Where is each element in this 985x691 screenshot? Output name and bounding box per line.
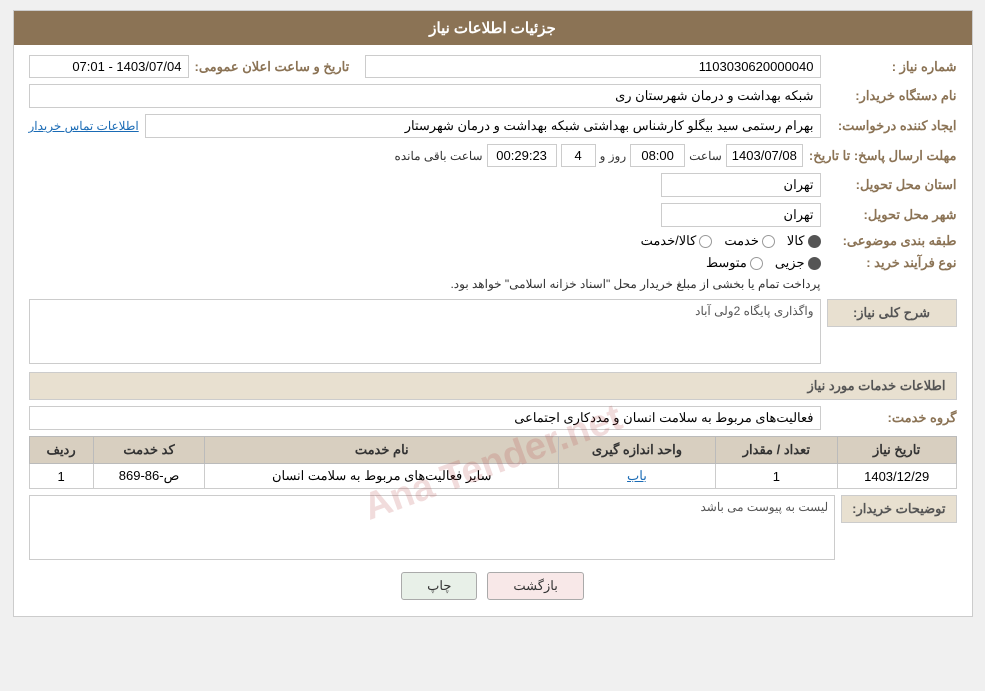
purchase-medium-item[interactable]: متوسط (706, 255, 763, 271)
response-time-value: 08:00 (630, 144, 685, 167)
category-goods-service-label: کالا/خدمت (641, 233, 697, 249)
back-button[interactable]: بازگشت (487, 572, 583, 600)
category-radio-group: کالا/خدمت خدمت کالا (641, 233, 821, 249)
need-number-value: 1103030620000040 (365, 55, 820, 78)
purchase-type-label: نوع فرآیند خرید : (827, 255, 957, 271)
cell-service-name: سایر فعالیت‌های مربوط به سلامت انسان (205, 464, 559, 489)
need-number-row: شماره نیاز : 1103030620000040 تاریخ و سا… (29, 55, 957, 78)
services-section-header: اطلاعات خدمات مورد نیاز (29, 372, 957, 400)
category-goods-service-radio (699, 235, 712, 248)
services-table: تاریخ نیاز تعداد / مقدار واحد اندازه گیر… (29, 436, 957, 489)
category-label: طبقه بندی موضوعی: (827, 233, 957, 249)
buyer-notes-label: توضیحات خریدار: (841, 495, 956, 523)
city-label: شهر محل تحویل: (827, 207, 957, 223)
services-table-area: Ana Tender.net تاریخ نیاز تعداد / مقدار … (29, 436, 957, 489)
announce-date-value: 1403/07/04 - 07:01 (29, 55, 189, 78)
table-row: 1403/12/29 1 باب سایر فعالیت‌های مربوط ب… (29, 464, 956, 489)
days-value: 4 (561, 144, 596, 167)
province-row: استان محل تحویل: تهران (29, 173, 957, 197)
col-unit: واحد اندازه گیری (559, 437, 716, 464)
created-by-label: ایجاد کننده درخواست: (827, 118, 957, 134)
col-date: تاریخ نیاز (837, 437, 956, 464)
buyer-org-value: شبکه بهداشت و درمان شهرستان ری (29, 84, 821, 108)
purchase-type-row: نوع فرآیند خرید : متوسط جزیی پرداخت (29, 255, 957, 293)
buyer-org-label: نام دستگاه خریدار: (827, 88, 957, 104)
main-container: جزئیات اطلاعات نیاز شماره نیاز : 1103030… (13, 10, 973, 617)
category-service-item[interactable]: خدمت (724, 233, 775, 249)
cell-row-num: 1 (29, 464, 93, 489)
page-title: جزئیات اطلاعات نیاز (429, 20, 556, 37)
purchase-type-radio-group: متوسط جزیی (706, 255, 821, 271)
category-goods-service-item[interactable]: کالا/خدمت (641, 233, 713, 249)
response-deadline-label: مهلت ارسال پاسخ: تا تاریخ: (809, 148, 957, 164)
response-date-value: 1403/07/08 (726, 144, 803, 167)
page-header: جزئیات اطلاعات نیاز (14, 11, 972, 45)
purchase-partial-item[interactable]: جزیی (775, 255, 821, 271)
need-number-label: شماره نیاز : (827, 59, 957, 75)
purchase-type-note: پرداخت تمام یا بخشی از مبلغ خریدار محل "… (29, 275, 821, 293)
cell-service-code: ص-86-869 (93, 464, 205, 489)
category-goods-label: کالا (787, 233, 805, 249)
city-row: شهر محل تحویل: تهران (29, 203, 957, 227)
response-time-label: ساعت (689, 149, 722, 163)
city-value: تهران (661, 203, 821, 227)
category-service-label: خدمت (724, 233, 759, 249)
province-value: تهران (661, 173, 821, 197)
purchase-partial-label: جزیی (775, 255, 805, 271)
need-summary-value: واگذاری پایگاه 2ولی آباد (29, 299, 821, 364)
category-service-radio (762, 235, 775, 248)
col-service-name: نام خدمت (205, 437, 559, 464)
category-row: طبقه بندی موضوعی: کالا/خدمت خدمت کالا (29, 233, 957, 249)
response-deadline-row: مهلت ارسال پاسخ: تا تاریخ: 1403/07/08 سا… (29, 144, 957, 167)
remaining-label: ساعت باقی مانده (395, 149, 483, 163)
days-label: روز و (600, 149, 627, 163)
category-goods-radio (808, 235, 821, 248)
buttons-row: بازگشت چاپ (29, 572, 957, 600)
purchase-medium-label: متوسط (706, 255, 747, 271)
buyer-notes-value: لیست به پیوست می باشد (29, 495, 836, 560)
col-quantity: تعداد / مقدار (715, 437, 837, 464)
need-summary-watermark-area: واگذاری پایگاه 2ولی آباد (29, 299, 821, 364)
print-button[interactable]: چاپ (401, 572, 477, 600)
purchase-partial-radio (808, 257, 821, 270)
col-service-code: کد خدمت (93, 437, 205, 464)
cell-unit[interactable]: باب (559, 464, 716, 489)
service-group-label: گروه خدمت: (827, 410, 957, 426)
cell-quantity: 1 (715, 464, 837, 489)
content-area: شماره نیاز : 1103030620000040 تاریخ و سا… (14, 45, 972, 616)
table-header-row: تاریخ نیاز تعداد / مقدار واحد اندازه گیر… (29, 437, 956, 464)
created-by-value: بهرام رستمی سید بیگلو کارشناس بهداشتی شب… (145, 114, 821, 138)
service-group-value: فعالیت‌های مربوط به سلامت انسان و مددکار… (29, 406, 821, 430)
need-summary-section: شرح کلی نیاز: واگذاری پایگاه 2ولی آباد (29, 299, 957, 364)
col-row-num: ردیف (29, 437, 93, 464)
purchase-medium-radio (750, 257, 763, 270)
remaining-value: 00:29:23 (487, 144, 557, 167)
contact-link[interactable]: اطلاعات تماس خریدار (29, 119, 139, 133)
created-by-row: ایجاد کننده درخواست: بهرام رستمی سید بیگ… (29, 114, 957, 138)
province-label: استان محل تحویل: (827, 177, 957, 193)
service-group-row: گروه خدمت: فعالیت‌های مربوط به سلامت انس… (29, 406, 957, 430)
buyer-notes-section: توضیحات خریدار: لیست به پیوست می باشد (29, 495, 957, 560)
cell-date: 1403/12/29 (837, 464, 956, 489)
announce-date-label: تاریخ و ساعت اعلان عمومی: (195, 59, 360, 75)
buyer-org-row: نام دستگاه خریدار: شبکه بهداشت و درمان ش… (29, 84, 957, 108)
need-summary-section-header: شرح کلی نیاز: (827, 299, 957, 327)
timing-row: 1403/07/08 ساعت 08:00 روز و 4 00:29:23 س… (29, 144, 803, 167)
category-goods-item[interactable]: کالا (787, 233, 821, 249)
